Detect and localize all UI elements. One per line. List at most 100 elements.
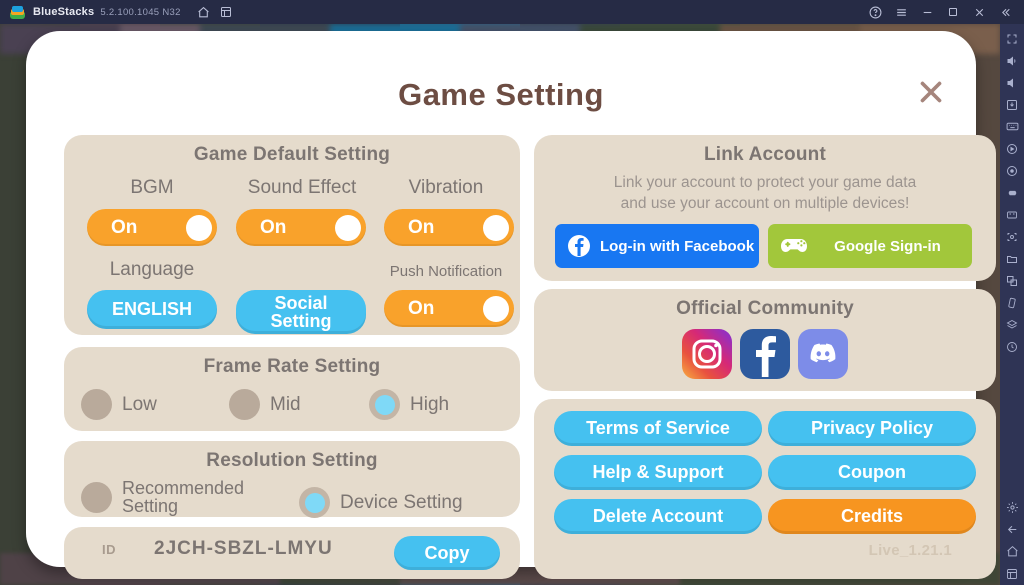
- fullscreen-icon[interactable]: [1002, 28, 1022, 49]
- layers-icon[interactable]: [1002, 314, 1022, 335]
- panel-title-resolution: Resolution Setting: [206, 450, 378, 471]
- close-icon[interactable]: [910, 71, 952, 113]
- volume-up-icon[interactable]: [1002, 50, 1022, 71]
- bgm-toggle[interactable]: On: [87, 209, 217, 246]
- close-icon[interactable]: [966, 1, 992, 23]
- panel-title-link-account: Link Account: [703, 144, 827, 165]
- resolution-label-recommended-line2: Setting: [122, 496, 179, 516]
- social-setting-line1: Social: [274, 292, 328, 313]
- coupon-button[interactable]: Coupon: [768, 455, 976, 490]
- copy-button[interactable]: Copy: [394, 536, 500, 570]
- social-setting-button[interactable]: Social Setting: [236, 290, 366, 334]
- back-arrow-icon[interactable]: [1002, 519, 1022, 540]
- volume-down-icon[interactable]: [1002, 72, 1022, 93]
- google-signin-button[interactable]: Google Sign-in: [768, 224, 972, 268]
- bluestacks-sidebar: [1000, 24, 1024, 585]
- vibration-label: Vibration: [408, 177, 484, 198]
- link-account-desc-line2: and use your account on multiple devices…: [620, 194, 910, 212]
- push-notification-toggle-knob: [483, 295, 509, 322]
- radio-high[interactable]: [369, 389, 400, 420]
- radio-recommended[interactable]: [81, 481, 112, 513]
- help-icon[interactable]: [862, 1, 888, 23]
- sound-effect-toggle[interactable]: On: [236, 209, 366, 246]
- bluestacks-window: BlueStacks 5.2.100.1045 N32 Game Setting…: [0, 0, 1024, 585]
- shake-icon[interactable]: [1002, 292, 1022, 313]
- push-notification-toggle[interactable]: On: [384, 290, 514, 327]
- multi-instance-icon[interactable]: [1002, 270, 1022, 291]
- resolution-option-device[interactable]: Device Setting: [299, 487, 463, 518]
- facebook-icon: [567, 234, 591, 258]
- bluestacks-logo-icon: [10, 5, 25, 20]
- home-icon[interactable]: [193, 1, 215, 23]
- gamepad-icon[interactable]: [1002, 182, 1022, 203]
- bgm-toggle-value: On: [111, 216, 138, 238]
- keymapping-icon[interactable]: [1002, 116, 1022, 137]
- vibration-toggle-value: On: [408, 216, 435, 238]
- rotate-icon[interactable]: [1002, 336, 1022, 357]
- page-title: Game Setting: [398, 77, 604, 112]
- credits-button[interactable]: Credits: [768, 499, 976, 534]
- minimize-icon[interactable]: [914, 1, 940, 23]
- account-id-panel: ID 2JCH-SBZL-LMYU Copy: [64, 527, 520, 579]
- eco-mode-icon[interactable]: [1002, 204, 1022, 225]
- macro-icon[interactable]: [1002, 160, 1022, 181]
- account-id-value: 2JCH-SBZL-LMYU: [154, 538, 333, 559]
- resolution-setting-panel: Resolution Setting Recommended Setting D…: [64, 441, 520, 518]
- push-notification-label: Push Notification: [389, 263, 503, 280]
- google-signin-label: Google Sign-in: [834, 237, 941, 255]
- game-default-setting-panel: Game Default Setting BGM Sound Effect Vi…: [64, 135, 520, 335]
- instagram-icon[interactable]: [682, 329, 732, 379]
- collapse-icon[interactable]: [992, 1, 1018, 23]
- install-apk-icon[interactable]: [1002, 94, 1022, 115]
- game-setting-dialog: Game Setting Game Default Setting BGM So…: [26, 31, 996, 579]
- panel-title-community: Official Community: [676, 298, 854, 319]
- frame-rate-option-high[interactable]: High: [369, 389, 449, 420]
- resolution-option-recommended[interactable]: Recommended Setting: [81, 479, 244, 515]
- help-support-button[interactable]: Help & Support: [554, 455, 762, 490]
- resolution-label-recommended-line1: Recommended: [122, 478, 245, 498]
- radio-mid[interactable]: [229, 389, 260, 420]
- link-account-desc-line1: Link your account to protect your game d…: [613, 174, 917, 191]
- bgm-toggle-knob: [186, 214, 212, 241]
- frame-rate-label-high: High: [410, 393, 450, 415]
- resolution-label-device: Device Setting: [340, 491, 463, 513]
- panel-title-game-default: Game Default Setting: [193, 144, 391, 165]
- gamepad-icon: [779, 235, 809, 257]
- terms-of-service-button[interactable]: Terms of Service: [554, 411, 762, 446]
- delete-account-button[interactable]: Delete Account: [554, 499, 762, 534]
- facebook-login-label: Log-in with Facebook: [600, 237, 755, 255]
- push-notification-toggle-value: On: [408, 297, 435, 319]
- home-icon[interactable]: [1002, 541, 1022, 562]
- app-version: 5.2.100.1045 N32: [100, 6, 181, 18]
- frame-rate-setting-panel: Frame Rate Setting Low Mid High: [64, 347, 520, 431]
- sound-effect-label: Sound Effect: [247, 177, 357, 198]
- titlebar: BlueStacks 5.2.100.1045 N32: [0, 0, 1024, 24]
- vibration-toggle-knob: [483, 214, 509, 241]
- facebook-icon[interactable]: [740, 329, 790, 379]
- sound-effect-toggle-knob: [335, 214, 361, 241]
- version-label: Live_1.21.1: [868, 542, 952, 559]
- facebook-login-button[interactable]: Log-in with Facebook: [555, 224, 759, 268]
- record-icon[interactable]: [1002, 138, 1022, 159]
- language-label: Language: [109, 259, 195, 280]
- maximize-icon[interactable]: [940, 1, 966, 23]
- vibration-toggle[interactable]: On: [384, 209, 514, 246]
- language-button[interactable]: ENGLISH: [87, 290, 217, 329]
- frame-rate-option-mid[interactable]: Mid: [229, 389, 301, 420]
- media-manager-icon[interactable]: [1002, 248, 1022, 269]
- radio-low[interactable]: [81, 389, 112, 420]
- screenshot-icon[interactable]: [1002, 226, 1022, 247]
- frame-rate-option-low[interactable]: Low: [81, 389, 157, 420]
- multi-instance-icon[interactable]: [215, 1, 237, 23]
- menu-icon[interactable]: [888, 1, 914, 23]
- window-controls: [862, 1, 1018, 23]
- link-account-panel: Link Account Link your account to protec…: [534, 135, 996, 281]
- discord-icon[interactable]: [798, 329, 848, 379]
- privacy-policy-button[interactable]: Privacy Policy: [768, 411, 976, 446]
- radio-device[interactable]: [299, 487, 330, 518]
- social-setting-line2: Setting: [270, 311, 332, 331]
- settings-gear-icon[interactable]: [1002, 497, 1022, 518]
- recents-icon[interactable]: [1002, 563, 1022, 584]
- bgm-label: BGM: [130, 177, 174, 198]
- official-community-panel: Official Community: [534, 289, 996, 391]
